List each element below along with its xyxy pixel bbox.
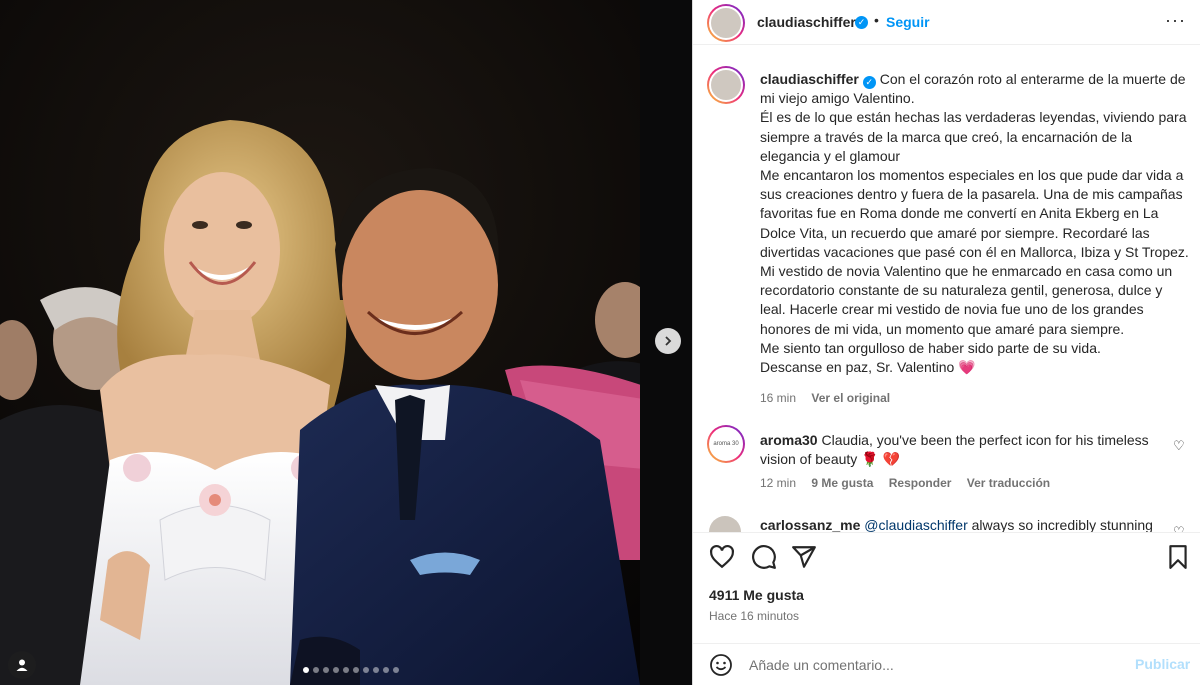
user-icon bbox=[16, 659, 28, 671]
carousel-dot bbox=[393, 667, 399, 673]
comment-body: always so incredibly stunning bbox=[971, 517, 1153, 532]
comment-likes-count[interactable]: 9 Me gusta bbox=[811, 476, 873, 490]
carousel-dot bbox=[363, 667, 369, 673]
post-header: claudiaschiffer ✓ • Seguir ··· bbox=[693, 0, 1200, 45]
comments-section[interactable]: claudiaschiffer ✓ Con el corazón roto al … bbox=[693, 46, 1200, 532]
comment-meta: 12 min 9 Me gusta Responder Ver traducci… bbox=[760, 476, 1062, 490]
carousel-dot bbox=[343, 667, 349, 673]
bookmark-icon[interactable] bbox=[1165, 544, 1191, 570]
comment-timestamp[interactable]: 12 min bbox=[760, 476, 796, 490]
comment-mention[interactable]: @claudiaschiffer bbox=[864, 517, 967, 532]
post-actions: 4911 Me gusta Hace 16 minutos bbox=[693, 532, 1200, 652]
reply-button[interactable]: Responder bbox=[889, 476, 952, 490]
commenter-avatar[interactable] bbox=[709, 516, 741, 532]
author-username[interactable]: claudiaschiffer bbox=[757, 14, 856, 30]
like-comment-heart-icon[interactable]: ♡ bbox=[1173, 438, 1185, 454]
share-icon[interactable] bbox=[791, 544, 817, 570]
dot-separator: • bbox=[874, 12, 879, 28]
caption-meta: 16 min Ver el original bbox=[760, 391, 902, 405]
caption-author-avatar[interactable] bbox=[707, 66, 745, 104]
post-timestamp[interactable]: Hace 16 minutos bbox=[709, 609, 799, 623]
publish-button[interactable]: Publicar bbox=[1135, 656, 1190, 672]
carousel-indicator bbox=[303, 667, 399, 673]
comment-composer: Publicar bbox=[693, 643, 1200, 685]
chevron-right-icon bbox=[665, 336, 672, 346]
caption-author-username[interactable]: claudiaschiffer bbox=[760, 71, 859, 87]
post-media[interactable] bbox=[0, 0, 692, 685]
caption-line: Me siento tan orgulloso de haber sido pa… bbox=[760, 339, 1101, 356]
caption-line: Él es de lo que están hechas las verdade… bbox=[760, 109, 1187, 164]
comment-body: Claudia, you've been the perfect icon fo… bbox=[760, 432, 1149, 467]
follow-button[interactable]: Seguir bbox=[886, 14, 930, 30]
post-sidebar: claudiaschiffer ✓ • Seguir ··· claudiasc… bbox=[692, 0, 1200, 685]
post-photo bbox=[0, 0, 692, 685]
caption-line: Descanse en paz, Sr. Valentino 💗 bbox=[760, 359, 976, 376]
comment-input[interactable] bbox=[749, 654, 1129, 676]
carousel-dot bbox=[323, 667, 329, 673]
tagged-users-button[interactable] bbox=[8, 651, 36, 679]
comment-icon[interactable] bbox=[751, 544, 777, 570]
comment-text: carlossanz_me @claudiaschiffer always so… bbox=[760, 517, 1175, 532]
author-avatar[interactable] bbox=[707, 4, 745, 42]
commenter-avatar-label: aroma 30 bbox=[709, 427, 743, 461]
carousel-dot bbox=[383, 667, 389, 673]
see-translation-button[interactable]: Ver traducción bbox=[967, 476, 1050, 490]
carousel-dot bbox=[333, 667, 339, 673]
more-options-icon[interactable]: ··· bbox=[1165, 10, 1186, 31]
emoji-icon[interactable] bbox=[709, 653, 733, 677]
comment-text: aroma30 Claudia, you've been the perfect… bbox=[760, 431, 1155, 469]
heart-icon[interactable] bbox=[709, 544, 735, 570]
carousel-dot bbox=[313, 667, 319, 673]
verified-badge-icon: ✓ bbox=[855, 16, 868, 29]
post-caption: claudiaschiffer ✓ Con el corazón roto al … bbox=[760, 70, 1190, 377]
next-slide-button[interactable] bbox=[655, 328, 681, 354]
carousel-dot bbox=[303, 667, 309, 673]
like-comment-heart-icon[interactable]: ♡ bbox=[1173, 524, 1185, 532]
see-original-button[interactable]: Ver el original bbox=[811, 391, 890, 405]
verified-badge-icon: ✓ bbox=[862, 76, 876, 90]
commenter-avatar[interactable]: aroma 30 bbox=[707, 425, 745, 463]
carousel-dot bbox=[353, 667, 359, 673]
caption-line: Me encantaron los momentos especiales en… bbox=[760, 167, 1189, 337]
likes-count[interactable]: 4911 Me gusta bbox=[709, 587, 804, 603]
commenter-username[interactable]: aroma30 bbox=[760, 432, 818, 448]
caption-timestamp[interactable]: 16 min bbox=[760, 391, 796, 405]
carousel-dot bbox=[373, 667, 379, 673]
commenter-username[interactable]: carlossanz_me bbox=[760, 517, 860, 532]
